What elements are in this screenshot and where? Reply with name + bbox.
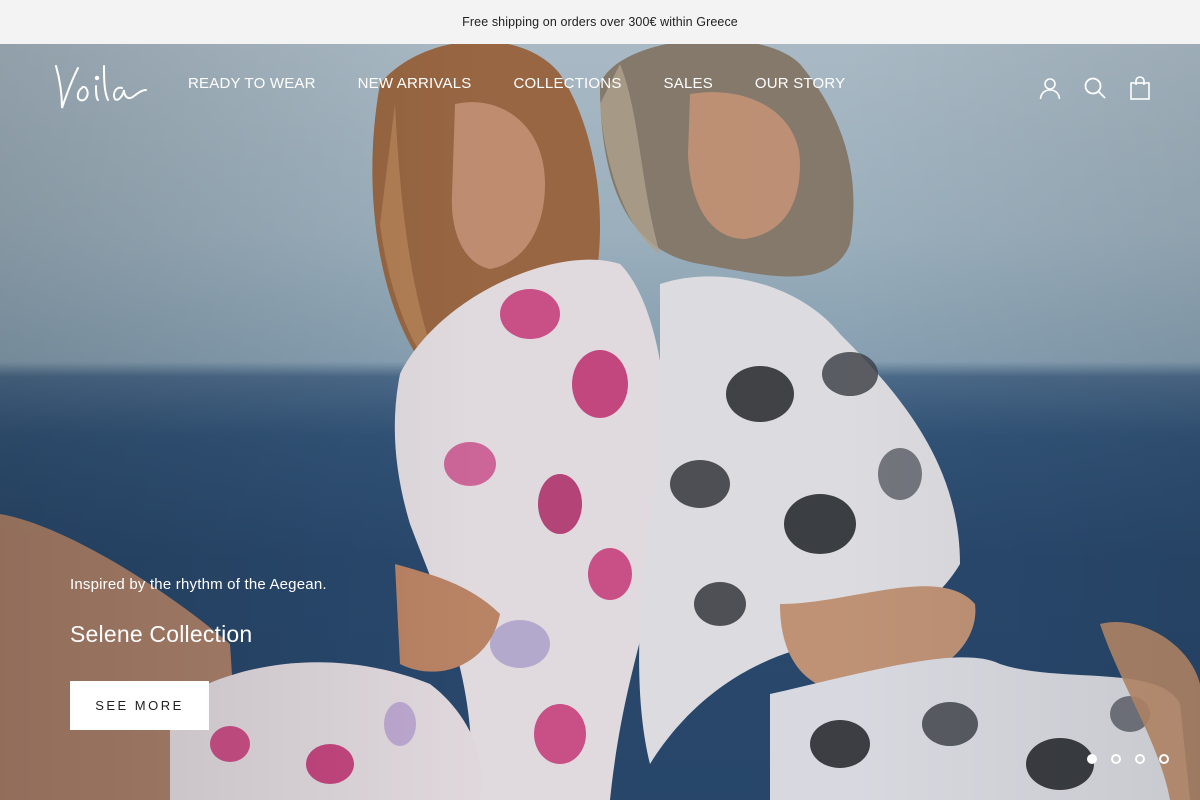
see-more-button[interactable]: SEE MORE (70, 681, 209, 730)
nav-item-ready-to-wear[interactable]: READY TO WEAR (188, 75, 316, 92)
hero-subtitle: Inspired by the rhythm of the Aegean. (70, 576, 327, 593)
announcement-text: Free shipping on orders over 300€ within… (462, 15, 738, 29)
search-icon[interactable] (1083, 75, 1107, 101)
account-icon[interactable] (1038, 75, 1062, 101)
slide-dot-4[interactable] (1159, 754, 1169, 764)
hero-title: Selene Collection (70, 621, 253, 647)
header-actions (1038, 75, 1152, 101)
slideshow-pagination (1087, 754, 1169, 764)
site-header: READY TO WEAR NEW ARRIVALS COLLECTIONS S… (0, 44, 1200, 132)
slide-dot-1[interactable] (1087, 754, 1097, 764)
announcement-bar: Free shipping on orders over 300€ within… (0, 0, 1200, 44)
nav-item-sales[interactable]: SALES (664, 75, 713, 92)
nav-item-new-arrivals[interactable]: NEW ARRIVALS (358, 75, 472, 92)
nav-item-our-story[interactable]: OUR STORY (755, 75, 845, 92)
main-nav: READY TO WEAR NEW ARRIVALS COLLECTIONS S… (188, 75, 887, 92)
nav-item-collections[interactable]: COLLECTIONS (513, 75, 621, 92)
cart-icon[interactable] (1128, 75, 1152, 101)
slide-dot-3[interactable] (1135, 754, 1145, 764)
slide-dot-2[interactable] (1111, 754, 1121, 764)
brand-logo[interactable] (52, 60, 150, 116)
hero-caption: Inspired by the rhythm of the Aegean. Se… (70, 576, 327, 648)
